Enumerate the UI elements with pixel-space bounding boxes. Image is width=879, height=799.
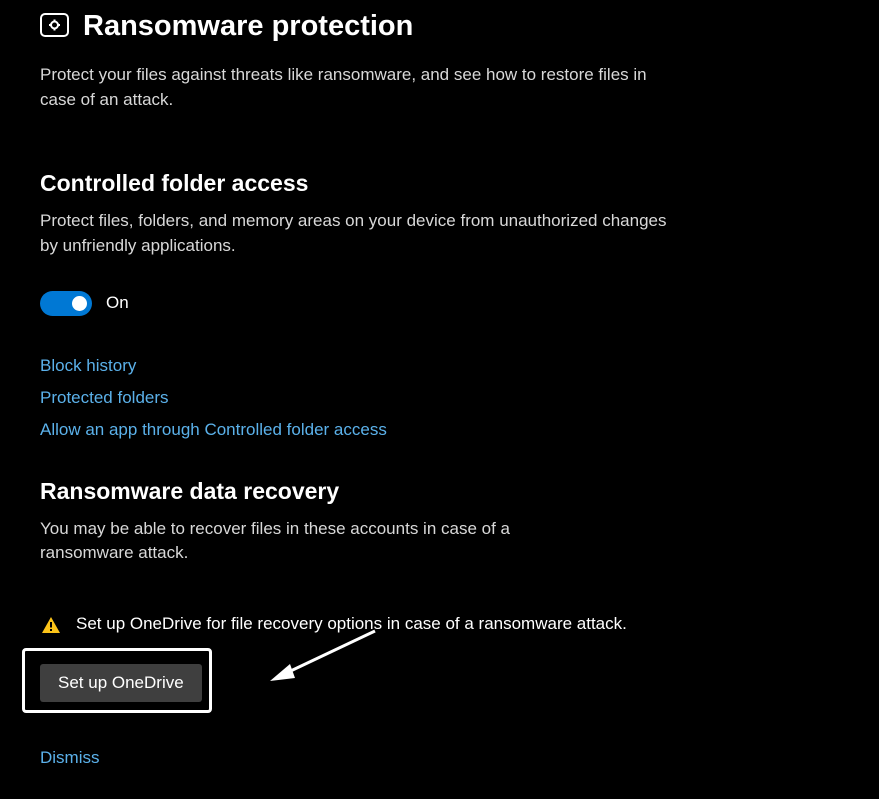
onedrive-warning-row: Set up OneDrive for file recovery option… bbox=[40, 611, 839, 638]
block-history-link[interactable]: Block history bbox=[40, 356, 136, 376]
controlled-folder-access-title: Controlled folder access bbox=[40, 170, 839, 197]
data-recovery-title: Ransomware data recovery bbox=[40, 478, 839, 505]
toggle-row: On bbox=[40, 291, 839, 316]
page-description: Protect your files against threats like … bbox=[40, 63, 680, 112]
warning-icon bbox=[42, 617, 60, 638]
setup-onedrive-button[interactable]: Set up OneDrive bbox=[40, 664, 202, 702]
toggle-knob bbox=[72, 296, 87, 311]
onedrive-warning-text: Set up OneDrive for file recovery option… bbox=[76, 611, 627, 637]
page-title: Ransomware protection bbox=[83, 10, 413, 43]
cfa-link-list: Block history Protected folders Allow an… bbox=[40, 356, 839, 440]
data-recovery-description: You may be able to recover files in thes… bbox=[40, 517, 580, 566]
protected-folders-link[interactable]: Protected folders bbox=[40, 388, 169, 408]
toggle-label: On bbox=[106, 293, 129, 313]
dismiss-link[interactable]: Dismiss bbox=[40, 748, 100, 767]
setup-onedrive-row: Set up OneDrive bbox=[40, 656, 839, 726]
controlled-folder-access-toggle[interactable] bbox=[40, 291, 92, 316]
controlled-folder-access-description: Protect files, folders, and memory areas… bbox=[40, 209, 680, 258]
page-header: Ransomware protection bbox=[40, 10, 839, 43]
ransomware-icon bbox=[40, 11, 69, 42]
allow-app-link[interactable]: Allow an app through Controlled folder a… bbox=[40, 420, 387, 440]
